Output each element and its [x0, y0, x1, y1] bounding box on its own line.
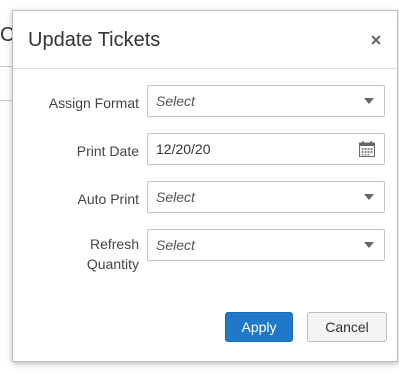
auto-print-select[interactable]: Select [147, 181, 385, 213]
background-divider [0, 100, 12, 101]
calendar-icon[interactable] [359, 141, 375, 157]
refresh-quantity-label: Refresh Quantity [13, 234, 139, 274]
chevron-down-icon [364, 242, 374, 248]
refresh-quantity-select[interactable]: Select [147, 229, 385, 261]
close-icon-glyph [371, 35, 381, 45]
dialog-header: Update Tickets [13, 11, 397, 69]
dialog-title: Update Tickets [28, 29, 161, 51]
print-date-label: Print Date [76, 143, 139, 159]
update-tickets-dialog: Update Tickets Assign Format Select Prin… [12, 10, 398, 362]
assign-format-label: Assign Format [48, 95, 139, 111]
refresh-quantity-value: Select [156, 237, 195, 253]
print-date-value: 12/20/20 [156, 141, 211, 157]
refresh-quantity-label-line1: Refresh [89, 236, 139, 252]
background-divider [0, 66, 12, 67]
refresh-quantity-label-line2: Quantity [86, 256, 139, 272]
close-icon[interactable] [367, 31, 385, 49]
apply-button[interactable]: Apply [225, 312, 293, 342]
auto-print-value: Select [156, 189, 195, 205]
cancel-button[interactable]: Cancel [307, 312, 387, 342]
chevron-down-icon [364, 98, 374, 104]
assign-format-value: Select [156, 93, 195, 109]
assign-format-select[interactable]: Select [147, 85, 385, 117]
chevron-down-icon [364, 194, 374, 200]
auto-print-label: Auto Print [77, 191, 139, 207]
print-date-field[interactable]: 12/20/20 [147, 133, 385, 165]
